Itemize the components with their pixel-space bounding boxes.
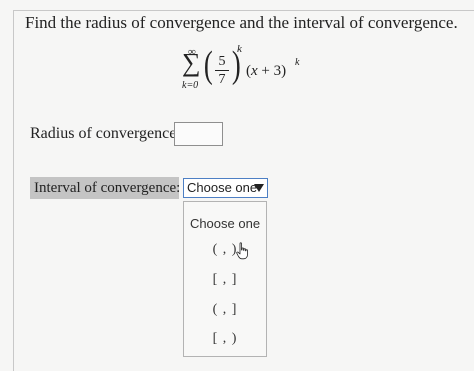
- option-closed-closed[interactable]: [ , ]: [184, 267, 266, 293]
- option-open-open[interactable]: ( , ): [184, 237, 266, 263]
- term-rest: + 3): [257, 63, 287, 79]
- interval-select[interactable]: Choose one: [183, 178, 268, 198]
- fraction-open-paren: (: [203, 44, 213, 86]
- power-series-formula: ∞ ∑ k=0 ( 5 7 ) k (x + 3) k: [180, 43, 320, 106]
- interval-label: Interval of convergence:: [30, 177, 180, 199]
- fraction-denominator: 7: [218, 72, 226, 87]
- menu-header: Choose one: [189, 216, 261, 231]
- question-text: Find the radius of convergence and the i…: [25, 13, 458, 32]
- summation-symbol: ∑: [182, 48, 201, 77]
- interval-select-value: Choose one: [187, 180, 258, 195]
- fraction-exponent: k: [237, 43, 242, 55]
- fraction: 5 7: [214, 54, 230, 89]
- series-term: (x + 3): [246, 63, 286, 80]
- sum-lower-limit: k=0: [182, 80, 199, 91]
- term-variable: x: [251, 63, 258, 79]
- radius-label: Radius of convergence:: [30, 125, 181, 142]
- radius-input[interactable]: [174, 122, 223, 146]
- interval-dropdown-menu: Choose one ( , ) [ , ] ( , ] [ , ): [183, 201, 267, 357]
- triangle-down-icon: [254, 184, 264, 192]
- fraction-numerator: 5: [218, 54, 226, 69]
- term-exponent: k: [295, 57, 300, 68]
- hand-pointer-icon: [236, 242, 248, 260]
- option-closed-open[interactable]: [ , ): [184, 326, 266, 352]
- option-open-closed[interactable]: ( , ]: [184, 297, 266, 323]
